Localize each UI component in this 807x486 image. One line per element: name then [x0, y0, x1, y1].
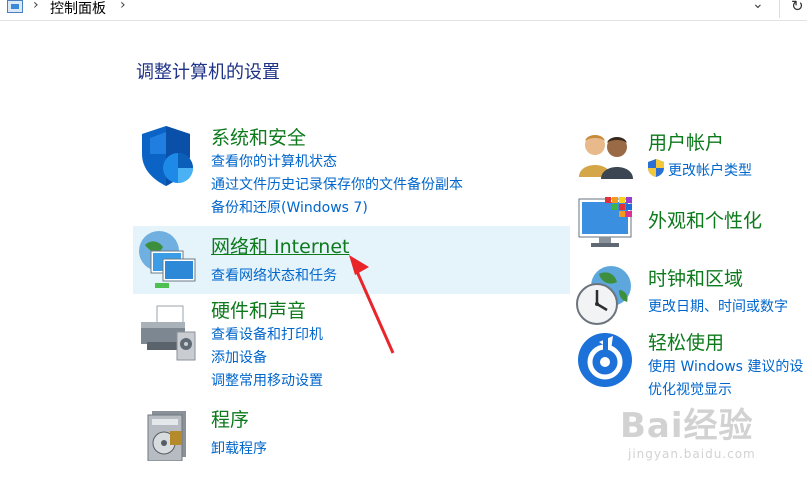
link-windows-suggested-settings[interactable]: 使用 Windows 建议的设 [648, 356, 803, 376]
clock-icon [576, 266, 631, 325]
category-clock-region[interactable]: 时钟和区域 [648, 264, 743, 291]
printer-icon [141, 305, 196, 361]
category-hardware-sound[interactable]: 硬件和声音 [211, 296, 306, 323]
watermark-url: jingyan.baidu.com [628, 447, 756, 461]
page-title: 调整计算机的设置 [136, 62, 280, 83]
link-change-date-time[interactable]: 更改日期、时间或数字 [648, 296, 788, 316]
breadcrumb-separator-icon[interactable]: › [33, 0, 39, 13]
category-programs[interactable]: 程序 [211, 405, 249, 432]
link-add-device[interactable]: 添加设备 [211, 347, 267, 367]
address-dropdown-icon[interactable]: ⌄ [752, 0, 764, 12]
link-backup-restore[interactable]: 备份和还原(Windows 7) [211, 197, 368, 217]
category-network-internet[interactable]: 网络和 Internet [211, 232, 349, 259]
link-network-status[interactable]: 查看网络状态和任务 [211, 265, 337, 285]
refresh-icon[interactable]: ↻ [791, 0, 804, 15]
category-system-security[interactable]: 系统和安全 [211, 123, 306, 150]
address-bar[interactable]: › 控制面板 › ⌄ ↻ [0, 0, 807, 21]
link-uninstall-program[interactable]: 卸载程序 [211, 438, 267, 458]
annotation-arrow-icon [349, 255, 395, 354]
watermark-main: Bai经验 [620, 406, 754, 446]
link-mobility-settings[interactable]: 调整常用移动设置 [211, 370, 323, 390]
link-optimize-visual-display[interactable]: 优化视觉显示 [648, 379, 732, 399]
programs-icon [147, 411, 186, 461]
monitor-icon [578, 197, 632, 247]
breadcrumb-control-panel[interactable]: 控制面板 [50, 0, 106, 18]
category-appearance[interactable]: 外观和个性化 [648, 206, 762, 233]
baidu-watermark: Bai经验 jingyan.baidu.com [620, 398, 756, 461]
link-change-account-type[interactable]: 更改帐户类型 [668, 160, 752, 180]
shield-icon [142, 126, 193, 186]
category-ease-of-access[interactable]: 轻松使用 [648, 328, 724, 355]
link-devices-printers[interactable]: 查看设备和打印机 [211, 324, 323, 344]
network-icon [139, 231, 196, 288]
breadcrumb-chevron-icon[interactable]: › [120, 0, 126, 13]
users-icon [579, 135, 633, 179]
category-user-accounts[interactable]: 用户帐户 [648, 128, 724, 155]
link-view-computer-status[interactable]: 查看你的计算机状态 [211, 151, 337, 171]
ease-of-access-icon [578, 333, 632, 387]
control-panel-icon [7, 0, 23, 13]
divider [779, 0, 780, 18]
link-file-history-backup[interactable]: 通过文件历史记录保存你的文件备份副本 [211, 174, 463, 194]
uac-shield-icon [648, 159, 664, 177]
